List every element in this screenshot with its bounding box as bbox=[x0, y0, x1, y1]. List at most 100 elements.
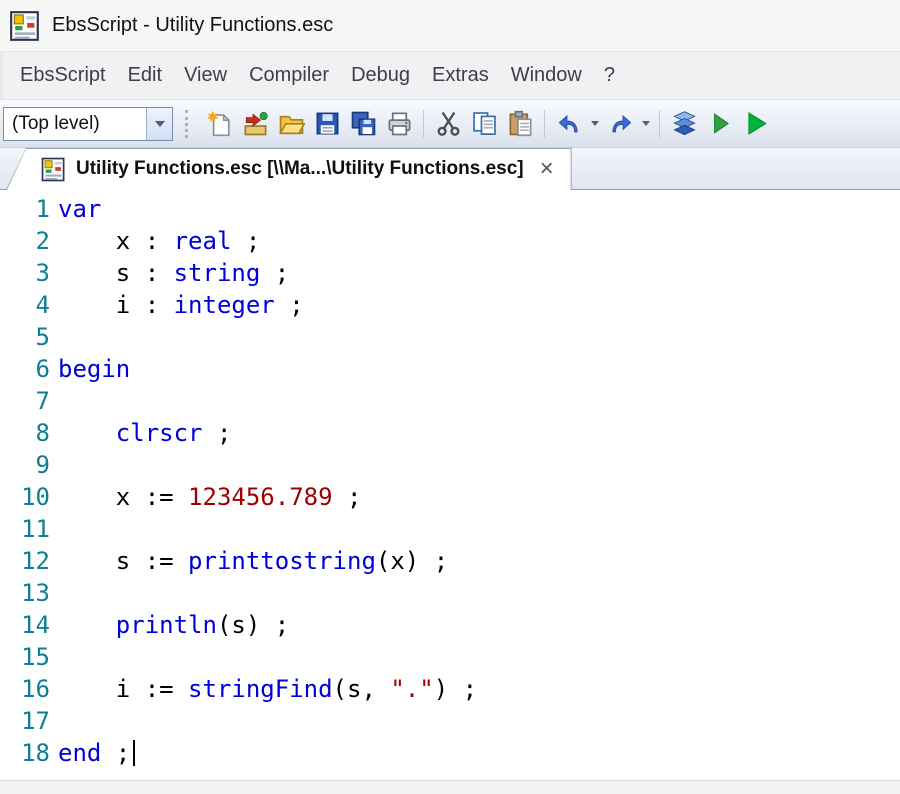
toolbar: (Top level) bbox=[0, 100, 900, 148]
run-button[interactable] bbox=[702, 105, 738, 143]
paste-icon bbox=[509, 110, 531, 137]
window-title: EbsScript - Utility Functions.esc bbox=[52, 14, 334, 36]
paste-button[interactable] bbox=[502, 105, 538, 143]
code-line[interactable]: 12 s := printtostring(x) ; bbox=[0, 545, 900, 577]
menu-compiler[interactable]: Compiler bbox=[238, 58, 340, 93]
code-line[interactable]: 4 i : integer ; bbox=[0, 289, 900, 321]
tab-utility-functions[interactable]: Utility Functions.esc [\\Ma...\Utility F… bbox=[6, 148, 572, 190]
menu-help[interactable]: ? bbox=[593, 58, 626, 93]
line-number: 2 bbox=[35, 227, 50, 255]
tab-bar: Utility Functions.esc [\\Ma...\Utility F… bbox=[0, 148, 900, 190]
open-file-button[interactable] bbox=[273, 105, 309, 143]
tab-title: Utility Functions.esc [\\Ma...\Utility F… bbox=[76, 158, 524, 179]
undo-button[interactable] bbox=[551, 105, 587, 143]
code-text: i := stringFind(s, ".") ; bbox=[58, 675, 478, 703]
code-line[interactable]: 17 bbox=[0, 705, 900, 737]
code-line[interactable]: 6 begin bbox=[0, 353, 900, 385]
scope-dropdown-value: (Top level) bbox=[12, 112, 100, 134]
toolbar-separator bbox=[544, 109, 545, 138]
new-file-button[interactable] bbox=[201, 105, 237, 143]
menu-window[interactable]: Window bbox=[500, 58, 593, 93]
menu-debug[interactable]: Debug bbox=[340, 58, 421, 93]
code-text: s : string ; bbox=[58, 259, 290, 287]
text-caret bbox=[133, 740, 136, 766]
code-text: x := 123456.789 ; bbox=[58, 483, 362, 511]
print-icon bbox=[388, 112, 410, 136]
save-all-button[interactable] bbox=[345, 105, 381, 143]
menu-bar: EbsScript Edit View Compiler Debug Extra… bbox=[0, 52, 900, 100]
copy-button[interactable] bbox=[466, 105, 502, 143]
script-file-icon bbox=[40, 156, 67, 183]
code-line[interactable]: 5 bbox=[0, 321, 900, 353]
line-number: 5 bbox=[35, 323, 50, 351]
line-number: 11 bbox=[21, 515, 50, 543]
menu-view[interactable]: View bbox=[173, 58, 238, 93]
code-line[interactable]: 7 bbox=[0, 385, 900, 417]
code-line[interactable]: 1 var bbox=[0, 193, 900, 225]
line-number: 4 bbox=[35, 291, 50, 319]
code-line[interactable]: 2 x : real ; bbox=[0, 225, 900, 257]
cut-button[interactable] bbox=[430, 105, 466, 143]
code-line[interactable]: 15 bbox=[0, 641, 900, 673]
title-bar[interactable]: EbsScript - Utility Functions.esc bbox=[0, 0, 900, 52]
code-text: x : real ; bbox=[58, 227, 261, 255]
ebsscript-logo-icon bbox=[8, 9, 42, 43]
menu-ebsscript[interactable]: EbsScript bbox=[9, 58, 117, 93]
copy-icon bbox=[472, 112, 496, 135]
undo-dropdown-arrow[interactable] bbox=[587, 105, 602, 143]
start-button[interactable] bbox=[738, 105, 774, 143]
code-text: s := printtostring(x) ; bbox=[58, 547, 449, 575]
line-number: 8 bbox=[35, 419, 50, 447]
chevron-down-icon bbox=[154, 120, 165, 127]
code-text: clrscr ; bbox=[115, 419, 232, 447]
open-project-icon bbox=[244, 112, 268, 136]
redo-icon bbox=[611, 114, 631, 133]
redo-dropdown-arrow[interactable] bbox=[638, 105, 653, 143]
scope-dropdown-arrow[interactable] bbox=[146, 107, 172, 140]
code-line[interactable]: 10 x := 123456.789 ; bbox=[0, 481, 900, 513]
code-line[interactable]: 3 s : string ; bbox=[0, 257, 900, 289]
line-number: 7 bbox=[35, 387, 50, 415]
save-button[interactable] bbox=[309, 105, 345, 143]
chevron-down-icon bbox=[590, 121, 599, 126]
code-line[interactable]: 9 bbox=[0, 449, 900, 481]
code-line[interactable]: 11 bbox=[0, 513, 900, 545]
start-icon bbox=[747, 112, 767, 135]
compile-button[interactable] bbox=[666, 105, 702, 143]
redo-split-button bbox=[602, 105, 653, 143]
line-number: 12 bbox=[21, 547, 50, 575]
cut-icon bbox=[437, 111, 459, 136]
undo-split-button bbox=[551, 105, 602, 143]
horizontal-scrollbar[interactable] bbox=[0, 780, 900, 794]
line-number: 3 bbox=[35, 259, 50, 287]
toolbar-separator bbox=[659, 109, 660, 138]
redo-button[interactable] bbox=[602, 105, 638, 143]
code-line[interactable]: 16 i := stringFind(s, ".") ; bbox=[0, 673, 900, 705]
line-number: 16 bbox=[21, 675, 50, 703]
line-number: 1 bbox=[35, 195, 50, 223]
scope-dropdown[interactable]: (Top level) bbox=[3, 106, 173, 141]
code-lines: 1 var 2 x : real ; 3 s : string ; 4 i : inte… bbox=[0, 193, 900, 769]
toolbar-grip[interactable] bbox=[185, 109, 191, 138]
chevron-down-icon bbox=[641, 121, 650, 126]
menu-edit[interactable]: Edit bbox=[117, 58, 173, 93]
open-project-button[interactable] bbox=[237, 105, 273, 143]
line-number: 13 bbox=[21, 579, 50, 607]
code-line[interactable]: 14 println(s) ; bbox=[0, 609, 900, 641]
code-line[interactable]: 18 end ; bbox=[0, 737, 900, 769]
compile-icon bbox=[672, 111, 696, 136]
menu-extras[interactable]: Extras bbox=[421, 58, 500, 93]
print-button[interactable] bbox=[381, 105, 417, 143]
new-file-icon bbox=[206, 110, 230, 137]
line-number: 10 bbox=[21, 483, 50, 511]
undo-icon bbox=[558, 114, 578, 133]
toolbar-separator bbox=[423, 109, 424, 138]
line-number: 9 bbox=[35, 451, 50, 479]
code-text: end ; bbox=[58, 737, 136, 769]
tab-close-icon[interactable]: × bbox=[540, 157, 554, 181]
code-line[interactable]: 13 bbox=[0, 577, 900, 609]
code-line[interactable]: 8 clrscr ; bbox=[0, 417, 900, 449]
open-folder-icon bbox=[278, 115, 305, 135]
line-number: 17 bbox=[21, 707, 50, 735]
code-editor[interactable]: 1 var 2 x : real ; 3 s : string ; 4 i : inte… bbox=[0, 190, 900, 780]
